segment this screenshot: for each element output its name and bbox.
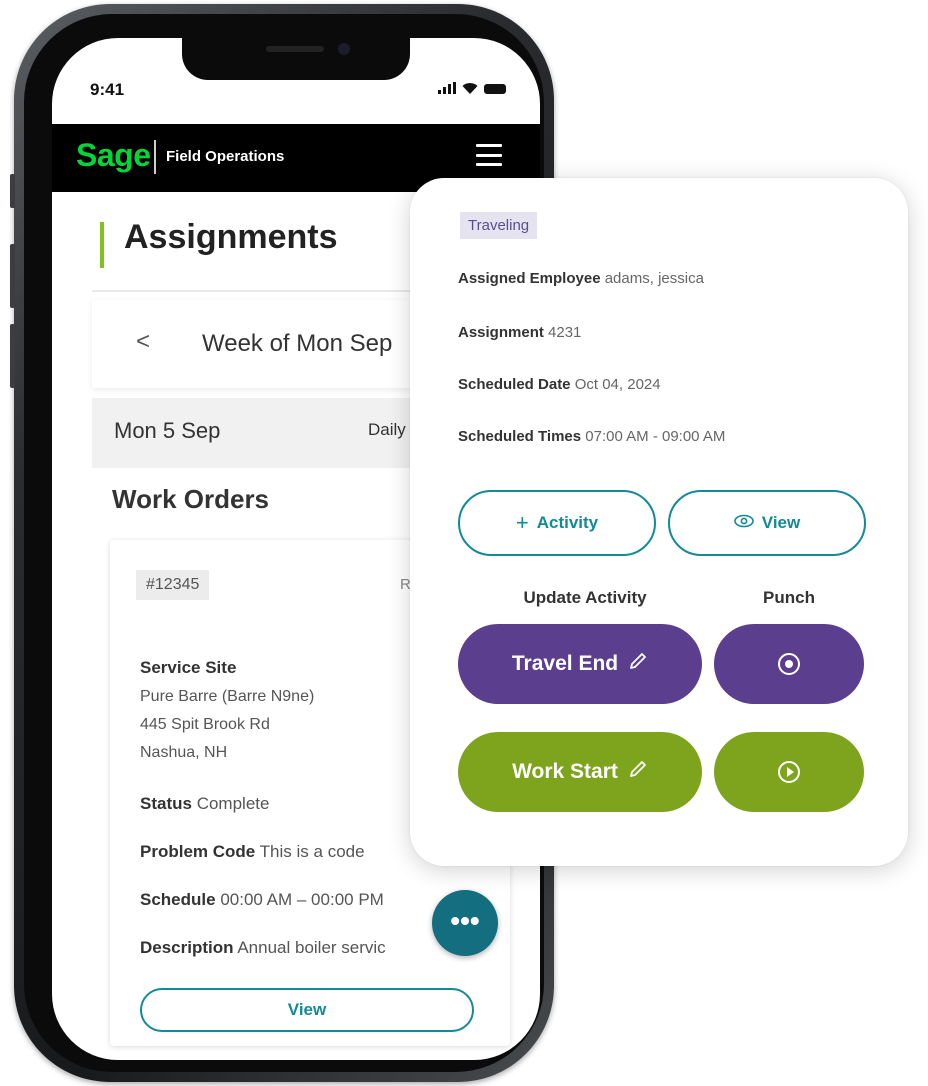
status-value: Complete (196, 794, 270, 813)
assignment-label: Assignment (458, 324, 544, 341)
status-badge: Traveling (460, 212, 538, 239)
stop-punch-button[interactable] (714, 624, 864, 704)
address-line: 445 Spit Brook Rd (140, 716, 270, 733)
play-icon (778, 761, 800, 783)
address-line: Nashua, NH (140, 744, 228, 761)
work-start-button[interactable]: Work Start (458, 732, 702, 812)
assignment-row: Assignment 4231 (458, 324, 581, 341)
logo-divider (154, 140, 156, 174)
scheduled-date-value: Oct 04, 2024 (574, 376, 661, 393)
assigned-employee-label: Assigned Employee (458, 270, 601, 287)
work-start-label: Work Start (512, 760, 618, 783)
status-row: Status Complete (140, 794, 269, 814)
add-activity-button[interactable]: + Activity (458, 490, 656, 556)
address-line: Pure Barre (Barre N9ne) (140, 688, 315, 705)
silent-switch (10, 174, 15, 208)
stop-record-icon (778, 653, 800, 675)
signal-icon (438, 82, 456, 94)
schedule-value: 00:00 AM – 00:00 PM (220, 890, 384, 909)
scheduled-times-row: Scheduled Times 07:00 AM - 09:00 AM (458, 428, 725, 445)
schedule-row: Schedule 00:00 AM – 00:00 PM (140, 890, 384, 910)
scheduled-date-label: Scheduled Date (458, 376, 571, 393)
status-time: 9:41 (90, 80, 125, 99)
problem-code-row: Problem Code This is a code (140, 842, 365, 862)
view-work-order-button[interactable]: View (140, 988, 474, 1032)
start-punch-button[interactable] (714, 732, 864, 812)
pencil-icon (628, 651, 648, 677)
camera-icon (338, 43, 350, 55)
assignment-value: 4231 (548, 324, 582, 341)
assignment-popup: Traveling Assigned Employee adams, jessi… (410, 178, 908, 866)
add-activity-label: Activity (536, 513, 599, 532)
description-value: Annual boiler servic (237, 938, 386, 957)
volume-down-button (10, 324, 15, 388)
view-button[interactable]: View (668, 490, 866, 556)
update-activity-label: Update Activity (523, 588, 647, 607)
view-label: View (761, 513, 801, 532)
travel-end-label: Travel End (511, 652, 619, 675)
travel-end-button[interactable]: Travel End (458, 624, 702, 704)
service-site-label: Service Site (140, 658, 237, 677)
hamburger-menu-icon[interactable] (476, 144, 502, 166)
week-label: Week of Mon Sep (202, 330, 393, 357)
work-order-id: #12345 (136, 570, 210, 600)
app-name: Field Operations (166, 148, 285, 165)
day-label: Mon 5 Sep (114, 418, 221, 443)
scheduled-times-value: 07:00 AM - 09:00 AM (585, 428, 726, 445)
notch (182, 38, 410, 80)
battery-icon (484, 84, 506, 94)
problem-code-value: This is a code (259, 842, 365, 861)
description-label: Description (140, 938, 234, 957)
assigned-employee-row: Assigned Employee adams, jessica (458, 270, 704, 287)
status-icons (438, 82, 506, 94)
status-label: Status (140, 794, 192, 813)
schedule-label: Schedule (140, 890, 216, 909)
more-actions-button[interactable]: ••• (432, 890, 498, 956)
chevron-left-icon[interactable]: < (136, 328, 150, 356)
assigned-employee-value: adams, jessica (604, 270, 704, 287)
work-orders-title: Work Orders (112, 484, 270, 514)
punch-label: Punch (763, 588, 815, 607)
plus-icon: + (515, 510, 529, 535)
description-row: Description Annual boiler servic (140, 938, 386, 958)
pencil-icon (628, 759, 648, 785)
scheduled-date-row: Scheduled Date Oct 04, 2024 (458, 376, 661, 393)
page-title-accent (100, 222, 104, 268)
eye-icon (733, 513, 754, 533)
wifi-icon (462, 82, 478, 94)
speaker-icon (266, 46, 324, 52)
volume-up-button (10, 244, 15, 308)
page-title: Assignments (124, 218, 338, 256)
sage-logo: Sage (76, 137, 151, 173)
problem-code-label: Problem Code (140, 842, 256, 861)
scheduled-times-label: Scheduled Times (458, 428, 582, 445)
